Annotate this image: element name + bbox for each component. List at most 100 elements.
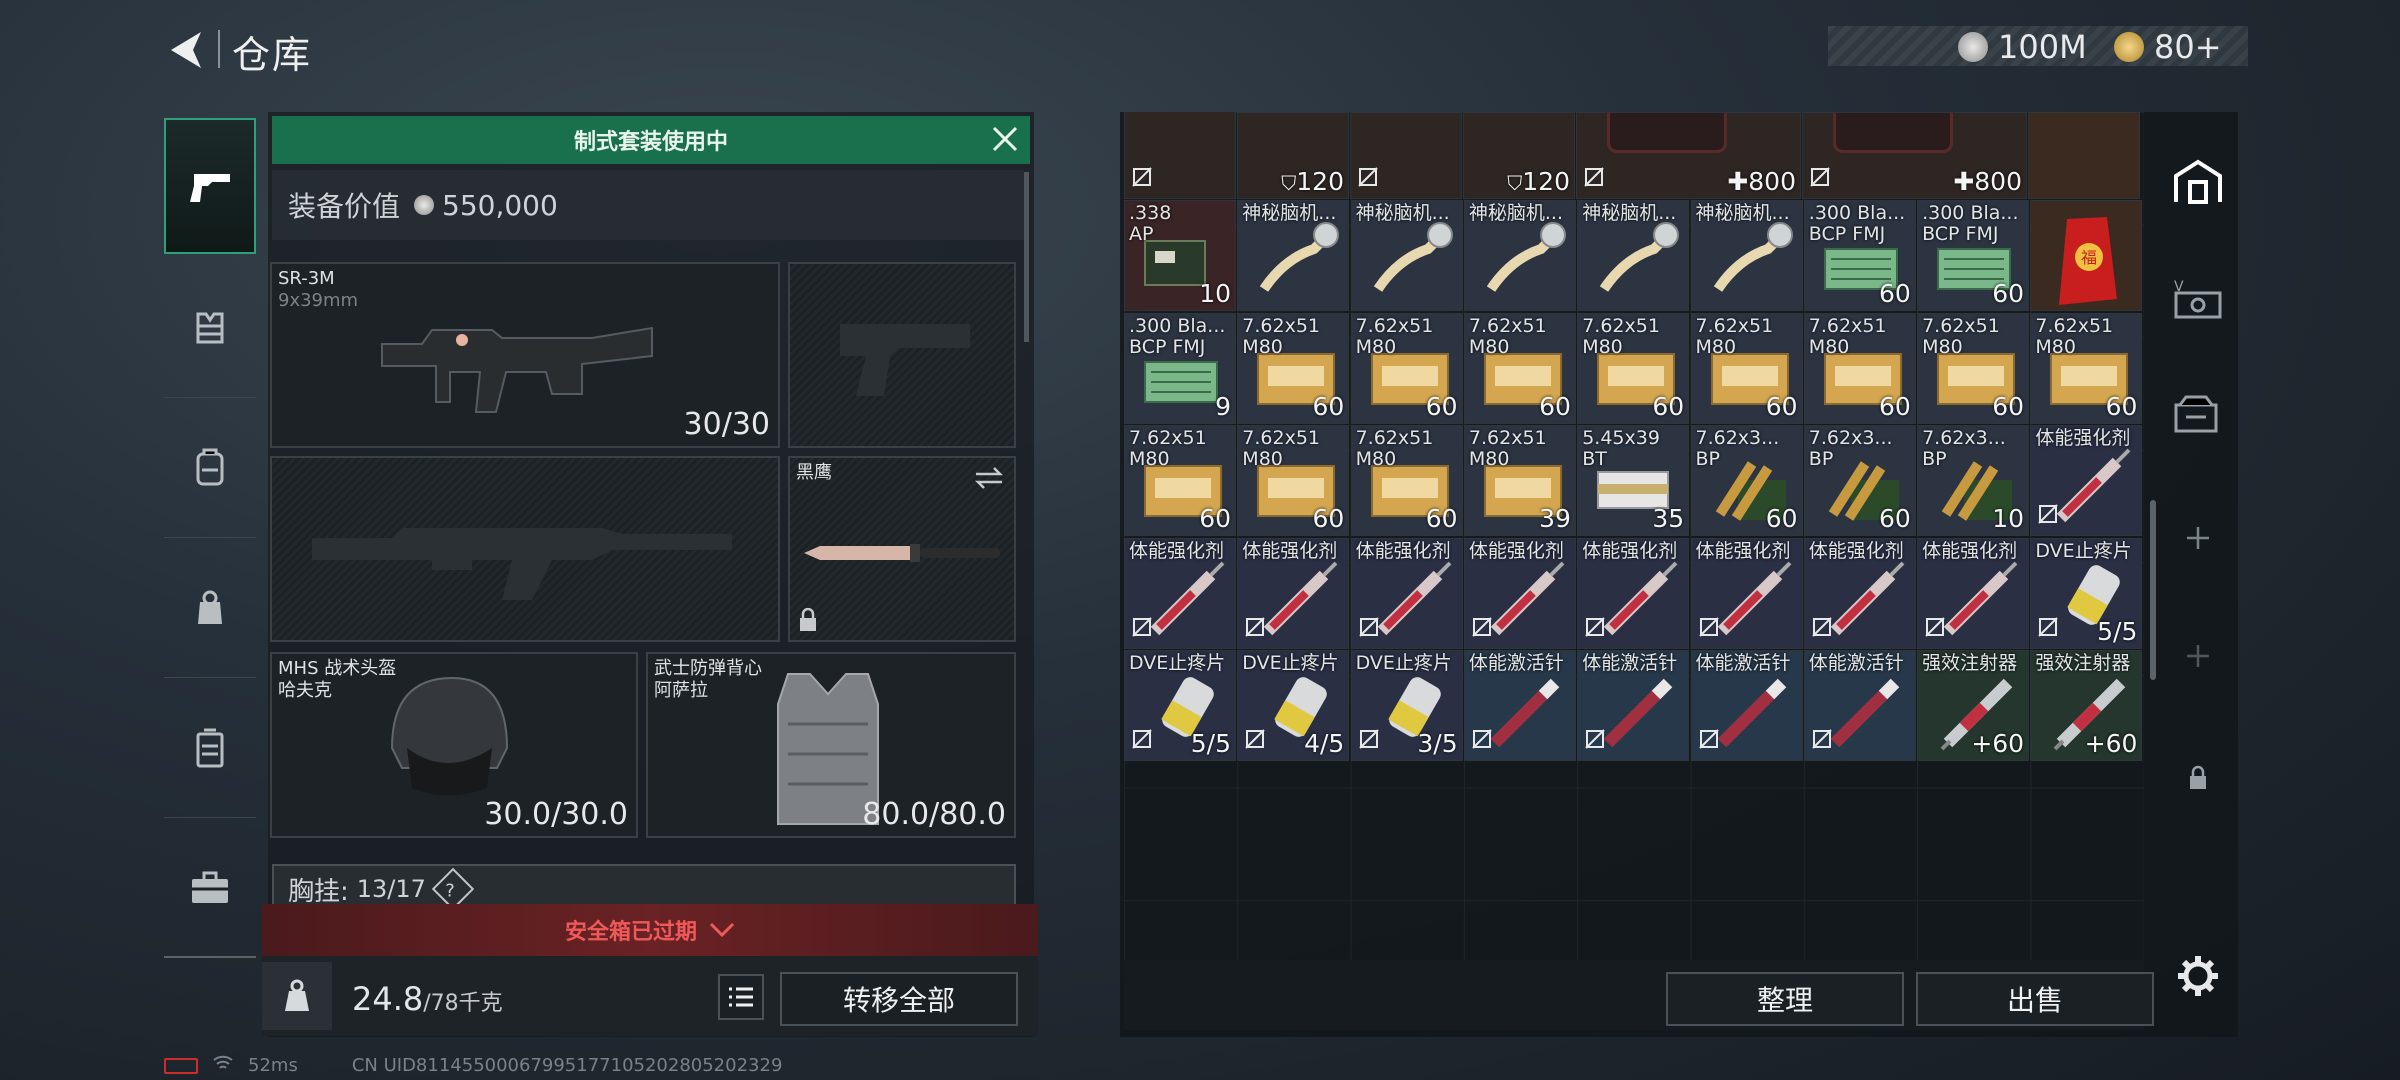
rail-case[interactable] [164,678,256,818]
rail-vest[interactable] [164,258,256,398]
rail-toolbox[interactable] [164,818,256,958]
safe-box-warning[interactable]: 安全箱已过期 [262,904,1038,956]
inventory-cell[interactable]: 体能强化剂 [2030,425,2143,537]
sell-button[interactable]: 出售 [1916,972,2154,1026]
item-count: 3/5 [1417,729,1458,759]
no-insure-icon [1583,166,1605,192]
no-insure-icon [1244,616,1266,642]
back-button[interactable] [160,22,210,78]
item-name: 神秘脑机... [1468,202,1564,224]
inventory-cell[interactable]: 体能激活针 [1577,650,1690,762]
helmet-slot[interactable]: MHS 战术头盔 哈夫克 30.0/30.0 [270,652,638,838]
rail-warehouse[interactable] [2162,146,2234,218]
inventory-scrollbar[interactable] [2150,500,2156,680]
secondary-weapon-slot[interactable] [270,456,780,642]
inventory-cell[interactable] [2028,112,2140,199]
no-insure-icon [1357,166,1379,192]
loadout-scrollbar[interactable] [1024,172,1029,342]
inventory-cell[interactable]: DVE止疼片 5/5 [1124,650,1236,762]
item-count: 60 [1425,504,1458,534]
no-insure-icon [1131,616,1153,642]
inventory-cell[interactable]: 7.62x51 M80 60 [1237,312,1350,424]
inventory-cell[interactable]: 福 [2030,200,2143,311]
inventory-cell[interactable]: 7.62x51 M80 60 [1917,312,2030,424]
item-name: 神秘脑机... [1242,202,1337,224]
inventory-cell[interactable]: .300 Bla... BCP FMJ 60 [1803,200,1916,311]
inventory-cell[interactable]: 体能强化剂 [1803,537,1916,649]
add-storage-button-2[interactable] [2162,620,2234,692]
inventory-cell[interactable]: 7.62x51 M80 60 [1350,312,1463,424]
pistol-slot[interactable] [788,262,1016,448]
inventory-cell[interactable]: 7.62x51 M80 60 [1577,312,1690,424]
inventory-cell[interactable]: 7.62x3... BP 10 [1917,425,2030,537]
rail-weapons[interactable] [164,118,256,254]
inventory-cell[interactable]: DVE止疼片 5/5 [2030,537,2143,649]
inventory-cell[interactable]: 7.62x51 M80 60 [1350,425,1463,537]
rail-backpack[interactable] [164,398,256,538]
storage-case-icon: V [2174,279,2222,319]
inventory-cell[interactable]: 体能强化剂 [1917,537,2030,649]
item-count: 60 [1992,391,2025,421]
primary-weapon-slot[interactable]: SR-3M 9x39mm 30/30 [270,262,780,448]
inventory-cell[interactable]: ✚800 [1802,112,2027,199]
inventory-cell[interactable]: 7.62x3... BP 60 [1690,425,1803,537]
inventory-cell[interactable]: 7.62x51 M80 60 [1690,312,1803,424]
inventory-cell[interactable]: DVE止疼片 4/5 [1237,650,1350,762]
inventory-cell[interactable]: 体能强化剂 [1690,537,1803,649]
inventory-cell[interactable]: .300 Bla... BCP FMJ 60 [1917,200,2030,311]
inventory-cell[interactable]: 神秘脑机... [1690,200,1803,311]
inventory-cell[interactable]: 体能强化剂 [1124,537,1236,649]
item-name: 体能强化剂 [2035,427,2131,450]
inventory-cell[interactable]: 神秘脑机... [1577,200,1690,311]
inventory-cell[interactable]: 7.62x51 M80 60 [2030,312,2143,424]
sort-button[interactable]: 整理 [1666,972,1904,1026]
inventory-cell[interactable]: 神秘脑机... [1350,200,1463,311]
inventory-cell[interactable]: .300 Bla... BCP FMJ 9 [1124,312,1236,424]
list-view-button[interactable] [718,974,764,1020]
inventory-cell[interactable]: 7.62x51 M80 60 [1463,312,1576,424]
inventory-cell[interactable]: 体能强化剂 [1463,537,1576,649]
inventory-cell[interactable]: 强效注射器 +60 [2030,650,2143,762]
case-icon [196,728,224,767]
inventory-cell[interactable]: 体能强化剂 [1350,537,1463,649]
melee-slot[interactable]: 黑鹰 [788,456,1016,642]
inventory-cell[interactable]: 7.62x51 M80 60 [1124,425,1236,537]
inventory-cell[interactable]: 7.62x51 M80 60 [1237,425,1350,537]
inventory-cell[interactable]: .338 AP 10 [1124,200,1236,311]
rail-bag[interactable] [164,538,256,678]
no-insure-icon [1698,728,1720,754]
inventory-cell[interactable]: 体能激活针 [1690,650,1803,762]
inventory-cell[interactable]: 5.45x39 BT 35 [1577,425,1690,537]
transfer-all-button[interactable]: 转移全部 [780,972,1018,1026]
item-count: 60 [1312,504,1345,534]
item-name: 体能强化剂 [1922,539,2018,562]
inventory-cell[interactable]: 神秘脑机... [1237,200,1350,311]
equipment-value-label: 装备价值 [288,190,401,223]
inventory-cell[interactable]: 7.62x51 M80 39 [1463,425,1576,537]
inventory-cell[interactable]: 体能激活针 [1803,650,1916,762]
inventory-cell[interactable]: 体能强化剂 [1237,537,1350,649]
inventory-cell[interactable]: DVE止疼片 3/5 [1350,650,1463,762]
inventory-cell[interactable]: ✚800 [1576,112,1801,199]
primary-ammo-count: 30/30 [683,407,770,442]
currency-gold[interactable]: 80+ [2114,28,2222,66]
inventory-cell[interactable] [1350,112,1462,199]
add-storage-button[interactable] [2162,502,2234,574]
inventory-cell[interactable]: 7.62x51 M80 60 [1803,312,1916,424]
inventory-cell[interactable]: 神秘脑机... [1463,200,1576,311]
item-count: 60 [1539,391,1571,421]
close-banner-button[interactable] [988,122,1022,156]
inventory-cell[interactable]: ⛉120 [1463,112,1575,199]
armor-slot[interactable]: 武士防弹背心 阿萨拉 80.0/80.0 [646,652,1016,838]
inventory-cell[interactable]: 体能激活针 [1463,650,1576,762]
rail-expand-2[interactable] [2162,378,2234,450]
swap-icon[interactable] [974,466,1004,490]
inventory-cell[interactable]: ⛉120 [1237,112,1349,199]
inventory-cell[interactable] [1124,112,1236,199]
item-name: 体能强化剂 [1695,539,1791,562]
rail-expand-1[interactable]: V [2162,262,2234,334]
inventory-cell[interactable]: 体能强化剂 [1577,537,1690,649]
inventory-cell[interactable]: 7.62x3... BP 60 [1803,425,1916,537]
settings-button[interactable] [2162,940,2234,1012]
inventory-cell[interactable]: 强效注射器 +60 [1917,650,2030,762]
